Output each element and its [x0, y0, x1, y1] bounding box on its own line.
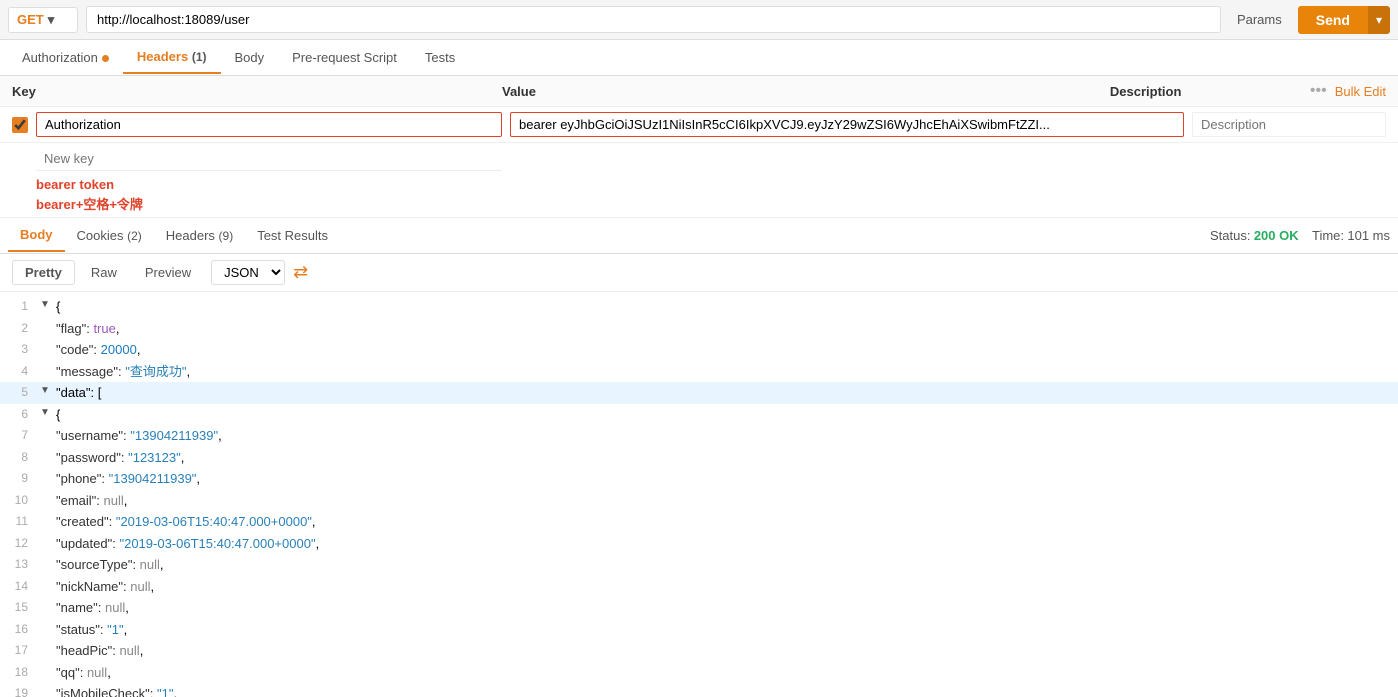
header-value-input-0[interactable] [510, 112, 1184, 137]
json-line: 9 "phone": "13904211939", [0, 468, 1398, 490]
more-options-icon[interactable]: ••• [1310, 82, 1327, 100]
json-line: 5▼ "data": [ [0, 382, 1398, 404]
response-tabs-left: Body Cookies (2) Headers (9) Test Result… [8, 219, 340, 252]
json-line: 16 "status": "1", [0, 619, 1398, 641]
col-actions: ••• Bulk Edit [1310, 82, 1386, 100]
send-arrow-button[interactable]: ▾ [1368, 6, 1390, 34]
json-line: 8 "password": "123123", [0, 447, 1398, 469]
format-select[interactable]: JSON XML HTML Text [211, 260, 285, 285]
json-line: 15 "name": null, [0, 597, 1398, 619]
raw-button[interactable]: Raw [79, 261, 129, 284]
json-line: 3 "code": 20000, [0, 339, 1398, 361]
json-line: 11 "created": "2019-03-06T15:40:47.000+0… [0, 511, 1398, 533]
preview-button[interactable]: Preview [133, 261, 203, 284]
new-key-input[interactable] [36, 147, 502, 171]
method-chevron-icon: ▾ [48, 12, 55, 28]
url-bar: GET ▾ Params Send ▾ [0, 0, 1398, 40]
col-key-label: Key [12, 84, 502, 99]
resp-tab-body[interactable]: Body [8, 219, 65, 252]
status-value: 200 OK [1254, 228, 1299, 243]
time-label: Time: [1312, 228, 1344, 243]
hint-area: bearer token bearer+空格+令牌 [0, 173, 1398, 217]
hint-line1: bearer token [36, 177, 1386, 192]
json-line: 17 "headPic": null, [0, 640, 1398, 662]
hint-line2: bearer+空格+令牌 [36, 194, 1386, 213]
resp-tab-cookies[interactable]: Cookies (2) [65, 220, 154, 251]
headers-area: Key Value Description ••• Bulk Edit bear… [0, 76, 1398, 218]
response-status-area: Status: 200 OK Time: 101 ms [1210, 228, 1390, 243]
json-line: 14 "nickName": null, [0, 576, 1398, 598]
tab-tests[interactable]: Tests [411, 42, 469, 73]
response-toolbar: Pretty Raw Preview JSON XML HTML Text ⇄ [0, 254, 1398, 292]
pretty-button[interactable]: Pretty [12, 260, 75, 285]
method-select[interactable]: GET ▾ [8, 7, 78, 33]
status-label: Status: [1210, 228, 1250, 243]
request-tabs-row: Authorization Headers (1) Body Pre-reque… [0, 40, 1398, 76]
col-value-label: Value [502, 84, 1110, 99]
json-viewer: 1▼{2 "flag": true,3 "code": 20000,4 "mes… [0, 292, 1398, 697]
json-line: 1▼{ [0, 296, 1398, 318]
method-text: GET [17, 12, 44, 27]
header-row-0 [0, 107, 1398, 143]
filter-icon[interactable]: ⇄ [293, 262, 308, 283]
json-line: 6▼ { [0, 404, 1398, 426]
tab-body[interactable]: Body [221, 42, 279, 73]
json-line: 13 "sourceType": null, [0, 554, 1398, 576]
send-button[interactable]: Send [1298, 6, 1368, 34]
json-line: 19 "isMobileCheck": "1", [0, 683, 1398, 697]
json-line: 18 "qq": null, [0, 662, 1398, 684]
header-key-input-0[interactable] [36, 112, 502, 137]
json-line: 10 "email": null, [0, 490, 1398, 512]
authorization-dot [102, 55, 109, 62]
params-button[interactable]: Params [1229, 8, 1290, 31]
response-tabs-row: Body Cookies (2) Headers (9) Test Result… [0, 218, 1398, 254]
time-value: 101 ms [1347, 228, 1390, 243]
header-checkbox-0[interactable] [12, 117, 28, 133]
tab-authorization[interactable]: Authorization [8, 42, 123, 73]
new-key-row [0, 143, 1398, 173]
json-line: 12 "updated": "2019-03-06T15:40:47.000+0… [0, 533, 1398, 555]
resp-tab-headers[interactable]: Headers (9) [154, 220, 245, 251]
tab-headers[interactable]: Headers (1) [123, 41, 221, 74]
send-button-wrap: Send ▾ [1298, 6, 1390, 34]
url-input[interactable] [86, 6, 1221, 33]
bulk-edit-button[interactable]: Bulk Edit [1335, 84, 1386, 99]
json-line: 2 "flag": true, [0, 318, 1398, 340]
json-line: 4 "message": "查询成功", [0, 361, 1398, 383]
header-desc-input-0[interactable] [1192, 112, 1386, 137]
resp-tab-testresults[interactable]: Test Results [245, 220, 340, 251]
col-desc-label: Description [1110, 84, 1310, 99]
headers-column-row: Key Value Description ••• Bulk Edit [0, 76, 1398, 107]
json-line: 7 "username": "13904211939", [0, 425, 1398, 447]
tab-prerequest[interactable]: Pre-request Script [278, 42, 411, 73]
